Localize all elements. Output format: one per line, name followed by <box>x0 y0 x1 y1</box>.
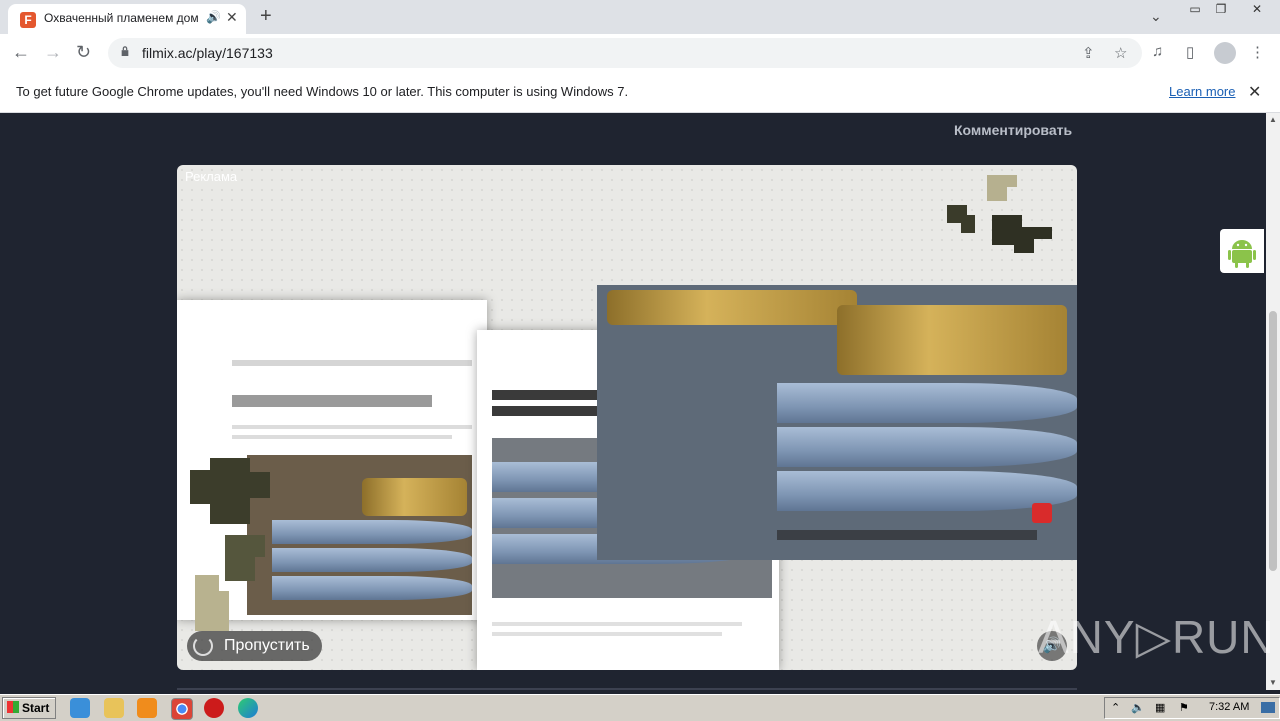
windows-logo-icon <box>7 701 19 713</box>
start-button[interactable]: Start <box>2 697 56 719</box>
scroll-thumb[interactable] <box>1269 311 1277 571</box>
network-icon[interactable]: ▦ <box>1155 701 1165 714</box>
lock-icon <box>121 46 129 56</box>
windows-taskbar: Start ⌃ 🔈 ▦ ⚑ 7:32 AM <box>0 694 1280 721</box>
back-icon[interactable]: ← <box>12 42 30 62</box>
start-label: Start <box>22 701 50 715</box>
camo-decoration <box>947 175 1052 253</box>
tab-close-icon[interactable]: ✕ <box>226 9 238 26</box>
profile-avatar[interactable] <box>1214 42 1236 64</box>
ad-label: Реклама <box>185 169 238 184</box>
opera-icon[interactable] <box>204 698 224 718</box>
forward-icon[interactable]: → <box>44 42 62 62</box>
skip-ad-button[interactable]: Пропустить <box>187 631 322 661</box>
android-icon <box>1228 240 1256 268</box>
action-center-flag-icon[interactable]: ⚑ <box>1179 701 1189 714</box>
ie-icon[interactable] <box>70 698 90 718</box>
show-desktop-icon[interactable] <box>1261 702 1275 713</box>
learn-more-link[interactable]: Learn more <box>1169 84 1235 99</box>
close-icon[interactable]: ✕ <box>1240 0 1274 22</box>
divider <box>177 688 1077 690</box>
system-tray: ⌃ 🔈 ▦ ⚑ 7:32 AM <box>1104 697 1280 719</box>
comment-link[interactable]: Комментировать <box>954 122 1072 138</box>
page-scrollbar[interactable]: ▲ ▼ <box>1266 113 1280 690</box>
title-bar: F Охваченный пламенем дом Ме 🔊 ✕ + ⌄ ▭ ❐… <box>0 0 1280 34</box>
volume-tray-icon[interactable]: 🔈 <box>1131 701 1145 714</box>
clock[interactable]: 7:32 AM <box>1209 701 1249 713</box>
infobar-close-icon[interactable]: ✕ <box>1248 82 1261 102</box>
menu-icon[interactable]: ⋮ <box>1250 43 1265 61</box>
filmix-favicon-icon: F <box>20 12 36 28</box>
side-panel-icon[interactable]: ▯ <box>1186 43 1194 61</box>
tab-search-icon[interactable]: ⌄ <box>1150 8 1162 25</box>
address-bar[interactable]: filmix.ac/play/167133 ⇪ ☆ <box>108 38 1142 68</box>
scroll-down-icon[interactable]: ▼ <box>1269 678 1277 687</box>
bookmark-star-icon[interactable]: ☆ <box>1114 44 1127 62</box>
scroll-up-icon[interactable]: ▲ <box>1269 115 1277 124</box>
edge-icon[interactable] <box>238 698 258 718</box>
media-player-icon[interactable] <box>137 698 157 718</box>
infobar-message: To get future Google Chrome updates, you… <box>16 84 629 99</box>
reload-icon[interactable]: ↻ <box>76 42 91 62</box>
anyrun-watermark: ANY▷RUN <box>1038 611 1275 663</box>
new-tab-button[interactable]: + <box>260 6 272 26</box>
shells-photo <box>597 285 1077 560</box>
browser-toolbar: ← → ↻ filmix.ac/play/167133 ⇪ ☆ ♫ ▯ ⋮ <box>0 34 1280 73</box>
restore-icon[interactable]: ❐ <box>1208 0 1234 22</box>
skip-label: Пропустить <box>224 637 310 654</box>
android-app-button[interactable] <box>1220 229 1264 273</box>
explorer-icon[interactable] <box>104 698 124 718</box>
tray-expand-icon[interactable]: ⌃ <box>1111 701 1120 714</box>
page-content: Комментировать Реклама Пропустить 🔊 <box>0 113 1266 690</box>
tab-title: Охваченный пламенем дом Ме <box>44 11 202 25</box>
update-infobar: To get future Google Chrome updates, you… <box>0 72 1280 113</box>
share-icon[interactable]: ⇪ <box>1082 44 1095 62</box>
loading-spinner-icon <box>193 636 213 656</box>
camo-decoration <box>190 458 270 631</box>
media-control-icon[interactable]: ♫ <box>1152 43 1163 60</box>
minimize-icon[interactable]: ▭ <box>1182 0 1208 22</box>
audio-playing-icon[interactable]: 🔊 <box>206 10 221 24</box>
url-text[interactable]: filmix.ac/play/167133 <box>142 45 273 61</box>
chrome-icon[interactable] <box>171 698 193 720</box>
browser-tab[interactable]: F Охваченный пламенем дом Ме 🔊 ✕ <box>8 4 246 34</box>
video-player[interactable]: Реклама Пропустить 🔊 <box>177 165 1077 670</box>
